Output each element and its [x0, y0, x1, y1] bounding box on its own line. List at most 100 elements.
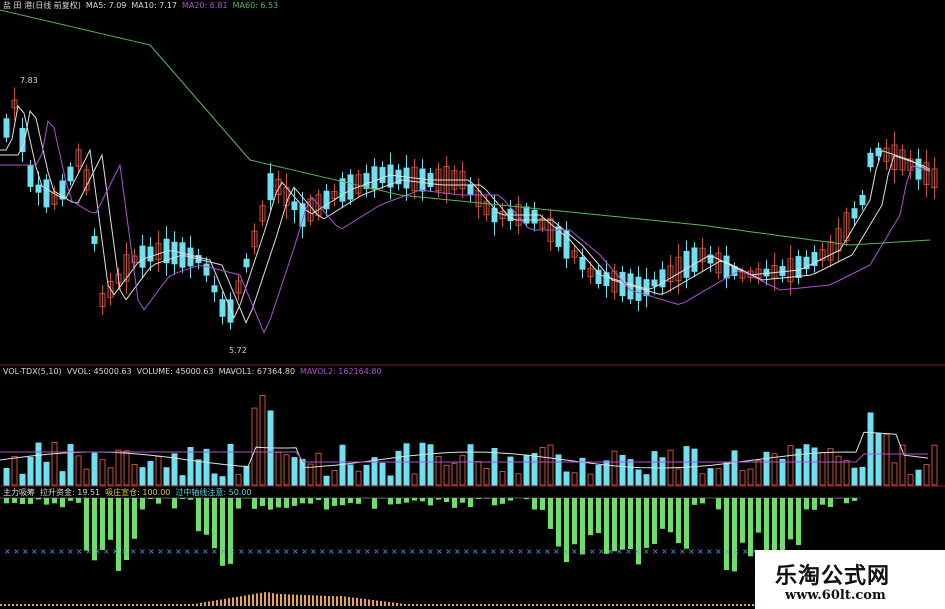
ma10-readout: MA10: 7.17: [131, 1, 177, 10]
indicator-bar: [412, 498, 417, 501]
bottom-indicator-bar: [500, 604, 502, 606]
bottom-indicator-bar: [568, 604, 570, 606]
cross-marker: ×: [130, 547, 137, 556]
bottom-indicator-bar: [484, 604, 486, 606]
cross-marker: ×: [598, 547, 605, 556]
bottom-indicator-bar: [652, 604, 654, 606]
volume-bar: [539, 447, 546, 486]
mavol1-readout: MAVOL1: 67364.80: [218, 367, 296, 376]
indicator-bar: [724, 498, 729, 571]
indicator-bar: [12, 498, 17, 503]
mavol2-line: [0, 451, 928, 463]
candle-body: [603, 272, 610, 287]
cross-marker: ×: [382, 547, 389, 556]
indicator-bar: [716, 498, 721, 510]
volume-bar: [419, 442, 426, 486]
bottom-indicator-bar: [456, 604, 458, 606]
indicator-bar: [20, 498, 25, 504]
cross-marker: ×: [265, 547, 272, 556]
indicator-bar: [604, 498, 609, 554]
indicator-bar: [588, 498, 593, 536]
cross-marker: ×: [193, 547, 200, 556]
bottom-indicator-bar: [136, 604, 138, 606]
volume-bar: [715, 468, 722, 486]
cross-marker: ×: [121, 547, 128, 556]
volume-bar: [411, 473, 418, 486]
volume-bar: [515, 473, 522, 486]
indicator-bar: [700, 498, 705, 504]
bottom-indicator-bar: [236, 596, 238, 606]
candle-body: [875, 147, 882, 157]
indicator-bar: [84, 498, 89, 551]
volume-bar: [195, 459, 202, 486]
candle-body: [347, 174, 354, 200]
indicator-bar: [420, 498, 425, 502]
indicator-bar: [756, 498, 761, 533]
bottom-indicator-bar: [560, 604, 562, 606]
indicator-bar: [788, 498, 793, 540]
volume-bar: [739, 470, 746, 486]
candle-body: [227, 299, 234, 323]
indicator-bar: [276, 498, 281, 508]
volume-bar: [355, 470, 362, 486]
candle-body: [763, 268, 770, 277]
indicator-bar: [684, 498, 689, 549]
cross-marker: ×: [49, 547, 56, 556]
volume-bar: [851, 467, 858, 486]
cross-marker: ×: [472, 547, 479, 556]
cross-marker: ×: [742, 547, 749, 556]
indicator-bar: [556, 498, 561, 547]
indicator-bar: [428, 498, 433, 506]
cross-marker: ×: [202, 547, 209, 556]
indicator-bar: [468, 498, 473, 508]
bottom-indicator-bar: [660, 604, 662, 606]
bottom-indicator-bar: [360, 598, 362, 606]
indicator-bar: [500, 498, 505, 504]
watermark-url: www.60lt.com: [785, 588, 886, 603]
bottom-indicator-bar: [248, 594, 250, 606]
bottom-indicator-bar: [60, 604, 62, 606]
candle-body: [531, 209, 538, 224]
bottom-indicator-bar: [48, 604, 50, 606]
cross-marker: ×: [112, 547, 119, 556]
indicator-bar: [44, 498, 49, 505]
bottom-indicator-bar: [368, 599, 370, 606]
volume-bar: [571, 472, 578, 486]
bottom-indicator-bar: [736, 604, 738, 606]
volume-bar: [427, 444, 434, 486]
cross-marker: ×: [319, 547, 326, 556]
bottom-indicator-bar: [260, 592, 262, 606]
cross-marker: ×: [589, 547, 596, 556]
cross-marker: ×: [211, 547, 218, 556]
bottom-indicator-bar: [364, 599, 366, 606]
mavol1-line: [0, 431, 929, 469]
volume-bar: [243, 465, 250, 486]
cross-marker: ×: [391, 547, 398, 556]
bottom-indicator-bar: [704, 604, 706, 606]
volume-bar: [507, 456, 514, 486]
volume-bar: [131, 463, 138, 486]
volume-bar: [843, 460, 850, 486]
candle-body: [867, 152, 874, 168]
bottom-indicator-bar: [196, 603, 198, 606]
indicator-bar: [348, 498, 353, 504]
indicator-bar: [188, 498, 193, 500]
cross-marker: ×: [76, 547, 83, 556]
cross-marker: ×: [634, 547, 641, 556]
bottom-indicator-bar: [168, 604, 170, 606]
candle-body: [3, 118, 10, 138]
bottom-indicator-bar: [232, 597, 234, 606]
volume-bar: [163, 467, 170, 486]
volume-bar: [155, 455, 162, 486]
candle-body: [851, 208, 858, 219]
indicator-bar: [388, 498, 393, 505]
cross-marker: ×: [13, 547, 20, 556]
bottom-indicator-bar: [740, 604, 742, 606]
volume-bar: [451, 462, 458, 486]
cross-marker: ×: [157, 547, 164, 556]
bottom-indicator-bar: [200, 602, 202, 606]
indicator-bar: [76, 498, 81, 503]
bottom-indicator-bar: [676, 604, 678, 606]
bottom-indicator-bar: [224, 598, 226, 606]
stock-chart-canvas[interactable]: × × × × × × × × × × × × × × × × × × × × × × × × × × × × × × × × × × × × × × × ×…: [0, 0, 945, 609]
